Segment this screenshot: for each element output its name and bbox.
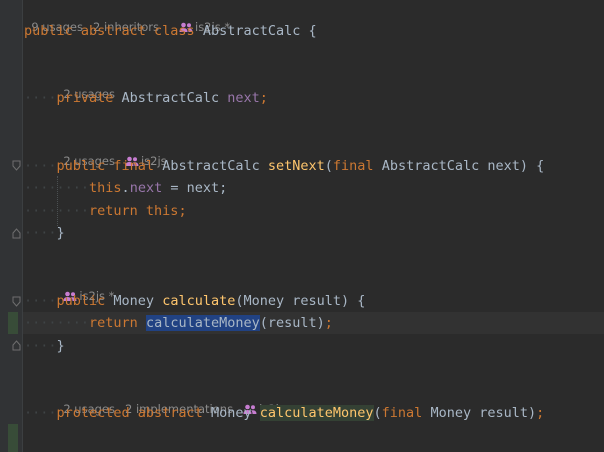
keyword: public final <box>56 158 163 174</box>
unfold-method-icon[interactable] <box>12 340 21 351</box>
code-line-calculate-money-declaration[interactable]: ····protected abstract Money calculateMo… <box>24 402 544 424</box>
keyword: public <box>56 293 114 309</box>
indent-dots: ···· <box>24 158 57 174</box>
vcs-change-marker[interactable] <box>8 312 18 334</box>
keyword: final <box>332 158 382 174</box>
indent-dots: ···· <box>24 338 57 354</box>
method-name[interactable]: setNext <box>268 158 325 174</box>
field-codevision-hint[interactable]: 2 usages <box>56 67 115 101</box>
paren: ( <box>324 158 333 174</box>
fold-method-icon[interactable] <box>12 296 21 307</box>
indent-dots: ···· <box>24 293 57 309</box>
code-line-assign-next[interactable]: ········this.next = next; <box>24 177 227 199</box>
code-line-close-brace[interactable]: ····} <box>24 222 65 244</box>
keyword: private <box>56 90 122 106</box>
keyword: return <box>89 315 146 331</box>
semicolon: ; <box>178 203 187 219</box>
semicolon: ; <box>259 90 268 106</box>
field-name[interactable]: next <box>227 90 260 106</box>
semicolon: ; <box>536 405 545 421</box>
assignment[interactable]: = next; <box>162 180 227 196</box>
gutter-divider <box>22 0 23 452</box>
indent-dots: ···· <box>24 405 57 421</box>
method-name[interactable]: calculate <box>162 293 235 309</box>
brace: { <box>300 23 317 39</box>
semicolon: ; <box>324 315 333 331</box>
type-name[interactable]: Money <box>113 293 162 309</box>
code-line-setnext-signature[interactable]: ····public final AbstractCalc setNext(fi… <box>24 155 544 177</box>
code-line-field-next[interactable]: ····private AbstractCalc next; <box>24 87 268 109</box>
keyword: final <box>381 405 431 421</box>
class-name[interactable]: AbstractCalc <box>203 23 301 39</box>
method-name-highlighted[interactable]: calculateMoney <box>259 405 374 421</box>
indent-dots: ········ <box>24 203 90 219</box>
brace: } <box>56 225 65 241</box>
arguments[interactable]: (result) <box>260 315 325 331</box>
unfold-method-icon[interactable] <box>12 228 21 239</box>
indent-dots: ···· <box>24 90 57 106</box>
paren: ( <box>373 405 382 421</box>
type-name[interactable]: Money <box>211 405 260 421</box>
code-line-return-calculate-money[interactable]: ········return calculateMoney(result); <box>24 312 333 334</box>
method-codevision-hint[interactable]: is2js * <box>56 269 114 303</box>
method-codevision-hint[interactable]: 2 usages is2js <box>56 134 166 168</box>
vcs-change-marker[interactable] <box>8 424 18 452</box>
fold-method-icon[interactable] <box>12 160 21 171</box>
parameters[interactable]: AbstractCalc next) { <box>382 158 545 174</box>
code-line-return-this[interactable]: ········return this; <box>24 200 187 222</box>
keyword: return this <box>89 203 179 219</box>
selected-method-call[interactable]: calculateMoney <box>145 315 260 331</box>
keyword: protected abstract <box>56 405 211 421</box>
code-line-class-declaration[interactable]: public abstract class AbstractCalc { <box>24 20 317 42</box>
editor-gutter[interactable] <box>0 0 22 452</box>
brace: } <box>56 338 65 354</box>
field-name[interactable]: next <box>130 180 163 196</box>
indent-dots: ········ <box>24 180 90 196</box>
type-name[interactable]: AbstractCalc <box>122 90 228 106</box>
keyword: this <box>89 180 122 196</box>
type-name[interactable]: AbstractCalc <box>162 158 268 174</box>
code-line-close-brace[interactable]: ····} <box>24 335 65 357</box>
parameters[interactable]: Money result) <box>430 405 536 421</box>
code-line-calculate-signature[interactable]: ····public Money calculate(Money result)… <box>24 290 365 312</box>
method-codevision-hint[interactable]: 2 usages2 implementationsis2js <box>56 382 284 416</box>
dot: . <box>121 180 130 196</box>
indent-dots: ········ <box>24 315 90 331</box>
class-codevision-hint[interactable]: 9 usages 2 inheritors is2js * <box>24 0 230 34</box>
indent-dots: ···· <box>24 225 57 241</box>
keyword: public abstract class <box>24 23 203 39</box>
parameters[interactable]: (Money result) { <box>235 293 365 309</box>
